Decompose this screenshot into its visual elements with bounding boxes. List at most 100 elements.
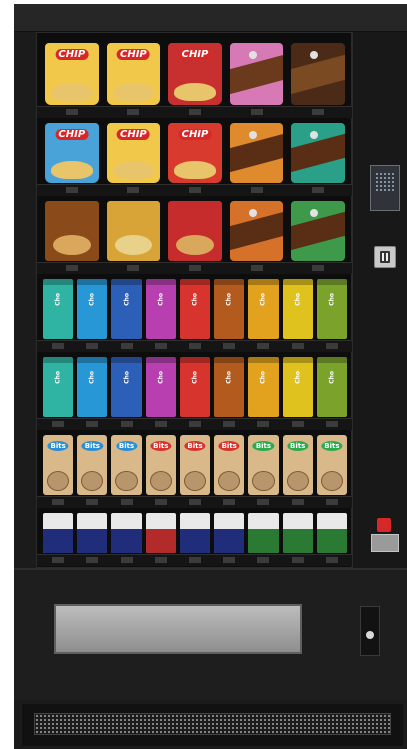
product-image xyxy=(112,161,155,179)
product-stripe xyxy=(229,133,284,173)
shelf-price-tag xyxy=(223,499,236,505)
chip-bag: CHIP xyxy=(168,123,222,183)
product-image xyxy=(47,471,70,491)
product-label: Bits xyxy=(287,441,309,451)
snack-bar: Cho xyxy=(316,357,347,417)
bar-cap xyxy=(316,279,347,285)
snack-bar: Cho xyxy=(43,357,74,417)
snack-bar: Cho xyxy=(282,357,313,417)
product-label: Bits xyxy=(321,441,343,451)
product-label: Cho xyxy=(294,293,302,306)
bar-cap xyxy=(43,357,74,363)
snack-bar: Cho xyxy=(43,279,74,339)
shelf-price-tag xyxy=(325,421,338,427)
shelf-price-tag xyxy=(291,421,304,427)
shelf xyxy=(37,262,353,274)
snack-bar: Cho xyxy=(145,357,176,417)
shelf xyxy=(37,340,353,352)
snack-bar: Cho xyxy=(214,279,245,339)
bar-cap xyxy=(214,279,245,285)
touch-screen[interactable] xyxy=(370,165,400,211)
shelf-price-tag xyxy=(189,499,201,505)
product-label: Cho xyxy=(294,371,302,384)
product-label: Cho xyxy=(123,293,131,306)
product-display-window: CHIP CHIP CHIP CHIP CHIP CHIP Cho Cho Cho Cho Cho C… xyxy=(36,32,353,568)
shelf-price-tag xyxy=(52,343,65,349)
shelf-price-tag xyxy=(250,109,263,115)
coin-slot[interactable] xyxy=(374,246,396,268)
bar-cap xyxy=(179,357,211,363)
product-image xyxy=(53,235,91,255)
product-label: Bits xyxy=(218,441,240,451)
product-stripe xyxy=(229,211,284,251)
snack-cup: Bits xyxy=(282,435,313,495)
snack-pack xyxy=(291,123,345,183)
card-reader-plate[interactable] xyxy=(371,534,399,552)
lower-cabinet xyxy=(14,568,407,700)
product-label: Bits xyxy=(115,441,138,451)
product-label: CHIP xyxy=(55,49,89,60)
biscuit-pack xyxy=(214,513,245,553)
snack-cup: Bits xyxy=(43,435,74,495)
shelf-price-tag xyxy=(65,187,78,193)
product-label: Cho xyxy=(259,293,267,306)
snack-cup: Bits xyxy=(179,435,211,495)
product-image xyxy=(114,235,153,255)
vending-machine: CHIP CHIP CHIP CHIP CHIP CHIP Cho Cho Cho Cho Cho C… xyxy=(14,4,407,749)
shelf xyxy=(37,554,353,566)
product-stripe xyxy=(291,211,345,251)
product-image xyxy=(310,131,319,139)
product-band xyxy=(214,529,245,553)
product-band xyxy=(282,529,313,553)
shelf-price-tag xyxy=(120,421,133,427)
coin-return[interactable] xyxy=(360,606,380,656)
product-label: CHIP xyxy=(117,49,150,60)
product-label: Cho xyxy=(191,371,199,384)
delivery-flap[interactable] xyxy=(54,604,302,654)
shelf-price-tag xyxy=(52,499,65,505)
shelf-price-tag xyxy=(86,557,99,563)
snack-cup: Bits xyxy=(111,435,142,495)
shelf-price-tag xyxy=(52,421,65,427)
biscuit-pack xyxy=(77,513,108,553)
shelf-price-tag xyxy=(250,187,263,193)
biscuit-pack xyxy=(248,513,279,553)
product-label: Cho xyxy=(88,371,96,384)
product-image xyxy=(112,83,155,101)
snack-pack xyxy=(291,201,345,261)
product-band xyxy=(77,529,108,553)
nut-mix-bag xyxy=(168,201,222,261)
biscuit-pack xyxy=(43,513,74,553)
product-label: Cho xyxy=(88,293,96,306)
shelf-price-tag xyxy=(291,343,304,349)
shelf-price-tag xyxy=(86,343,99,349)
shelf-price-tag xyxy=(189,343,201,349)
snack-pack xyxy=(229,123,284,183)
bar-cap xyxy=(214,357,245,363)
product-image xyxy=(176,235,214,255)
product-band xyxy=(111,529,142,553)
snack-cup: Bits xyxy=(145,435,176,495)
product-stripe xyxy=(291,54,345,94)
shelf-price-tag xyxy=(257,343,270,349)
snack-bar: Cho xyxy=(77,279,108,339)
shelf-price-tag xyxy=(291,557,304,563)
chip-bag: CHIP xyxy=(45,43,99,105)
bar-cap xyxy=(248,279,279,285)
snack-bar: Cho xyxy=(214,357,245,417)
snack-bar: Cho xyxy=(316,279,347,339)
shelf-price-tag xyxy=(189,421,201,427)
shelf-price-tag xyxy=(257,557,270,563)
shelf-price-tag xyxy=(223,421,236,427)
bar-cap xyxy=(316,357,347,363)
snack-bar: Cho xyxy=(111,279,142,339)
product-image xyxy=(286,471,309,491)
shelf xyxy=(37,106,353,118)
shelf-price-tag xyxy=(154,421,167,427)
snack-cup: Bits xyxy=(77,435,108,495)
product-image xyxy=(248,51,257,59)
snack-cup: Bits xyxy=(214,435,245,495)
coin-return-button[interactable] xyxy=(366,631,374,639)
bar-cap xyxy=(145,357,176,363)
biscuit-pack xyxy=(145,513,176,553)
